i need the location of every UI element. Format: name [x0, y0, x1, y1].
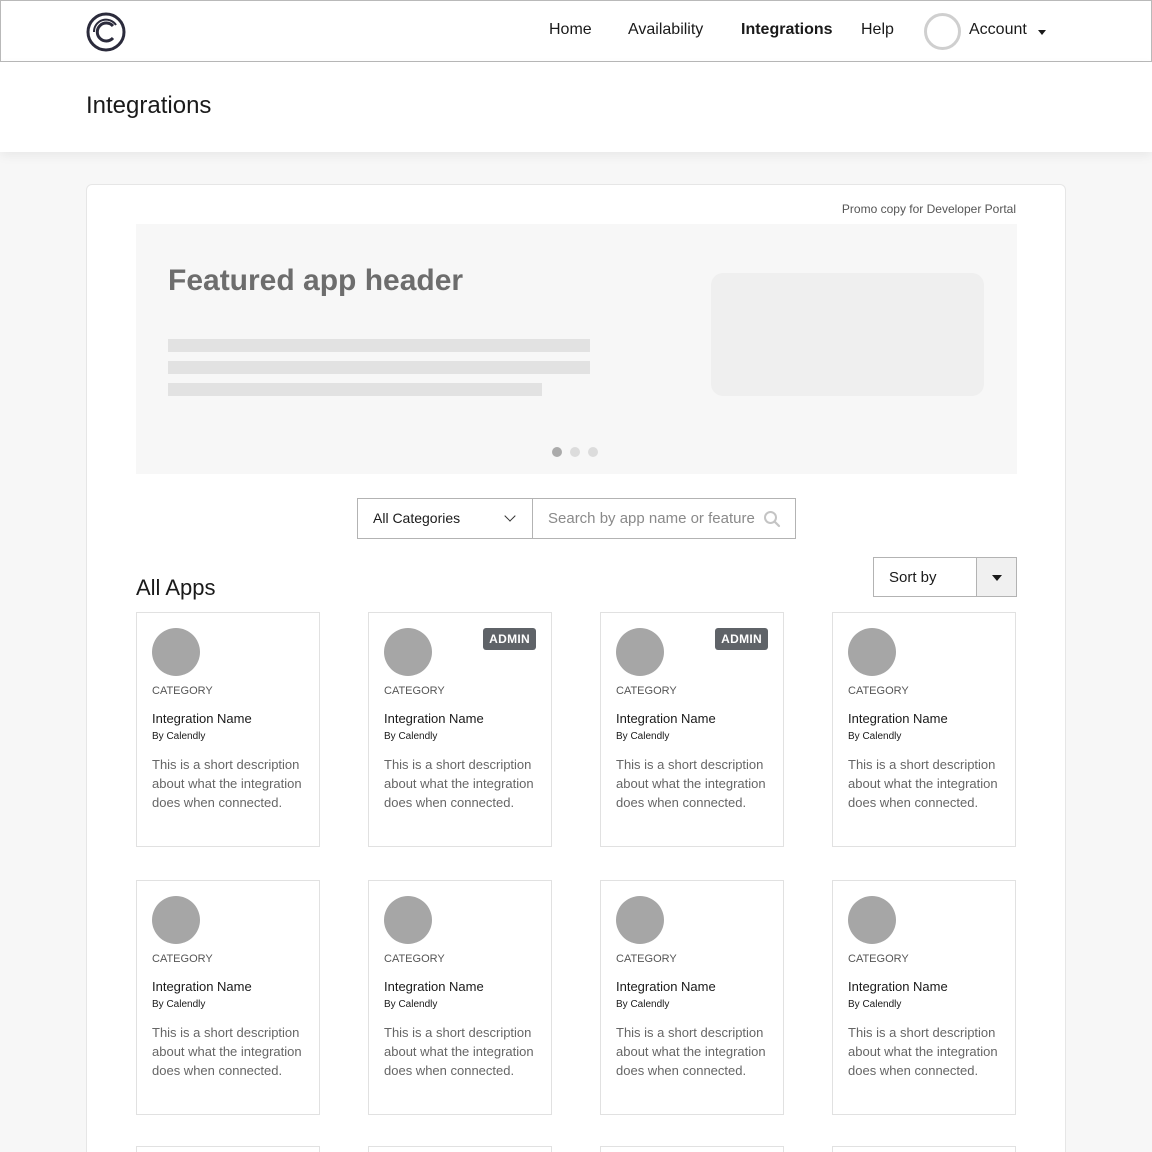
app-description: This is a short description about what t… — [152, 757, 302, 810]
nav-availability[interactable]: Availability — [628, 21, 703, 39]
category-select[interactable]: All Categories — [358, 499, 533, 538]
category-select-value: All Categories — [373, 510, 461, 526]
page-title: Integrations — [86, 92, 212, 119]
carousel-dot-2[interactable] — [570, 447, 580, 457]
app-icon — [384, 896, 432, 944]
placeholder-line — [168, 383, 542, 396]
app-card[interactable]: ADMIN CATEGORY Integration Name By Calendly… — [600, 612, 784, 847]
caret-down-icon[interactable] — [1038, 30, 1046, 35]
app-name: Integration Name — [848, 711, 948, 726]
app-card[interactable]: CATEGORY Integration Name By Calendly This … — [832, 880, 1016, 1115]
app-publisher: By Calendly — [384, 731, 438, 742]
account-menu[interactable]: Account — [969, 21, 1027, 39]
app-publisher: By Calendly — [848, 999, 902, 1010]
admin-badge: ADMIN — [483, 628, 536, 650]
placeholder-line — [168, 361, 590, 374]
app-category: CATEGORY — [616, 685, 677, 697]
search-icon[interactable] — [763, 510, 781, 528]
app-icon — [152, 896, 200, 944]
top-navigation: Home Availability Integrations Help Acco… — [0, 0, 1152, 62]
app-publisher: By Calendly — [384, 999, 438, 1010]
app-category: CATEGORY — [848, 685, 909, 697]
search-field — [533, 499, 795, 538]
search-input[interactable] — [533, 499, 795, 538]
app-category: CATEGORY — [848, 953, 909, 965]
app-grid: CATEGORY Integration Name By Calendly This … — [136, 612, 1018, 1115]
app-description: This is a short description about what t… — [616, 757, 766, 810]
app-description: This is a short description about what t… — [848, 1025, 998, 1078]
app-card[interactable]: CATEGORY Integration Name By Calendly This … — [832, 612, 1016, 847]
promo-copy: Promo copy for Developer Portal — [841, 202, 1016, 216]
app-icon — [848, 896, 896, 944]
app-publisher: By Calendly — [616, 999, 670, 1010]
app-description: This is a short description about what t… — [616, 1025, 766, 1078]
avatar[interactable] — [924, 13, 961, 50]
app-publisher: By Calendly — [152, 999, 206, 1010]
app-icon — [384, 628, 432, 676]
app-name: Integration Name — [616, 711, 716, 726]
app-name: Integration Name — [848, 979, 948, 994]
app-card-partial[interactable] — [136, 1146, 320, 1152]
chevron-down-icon — [504, 510, 516, 522]
app-name: Integration Name — [616, 979, 716, 994]
app-card-partial[interactable] — [368, 1146, 552, 1152]
app-name: Integration Name — [152, 979, 252, 994]
nav-integrations[interactable]: Integrations — [741, 21, 833, 39]
page-header: Integrations — [0, 62, 1152, 152]
calendly-logo-icon[interactable] — [85, 11, 127, 53]
app-card[interactable]: CATEGORY Integration Name By Calendly This … — [136, 880, 320, 1115]
featured-image-placeholder — [711, 273, 984, 396]
app-category: CATEGORY — [616, 953, 677, 965]
app-card-partial[interactable] — [600, 1146, 784, 1152]
app-publisher: By Calendly — [848, 731, 902, 742]
placeholder-line — [168, 339, 590, 352]
app-card[interactable]: ADMIN CATEGORY Integration Name By Calendly… — [368, 612, 552, 847]
app-icon — [848, 628, 896, 676]
app-icon — [152, 628, 200, 676]
section-title-all-apps: All Apps — [136, 575, 216, 600]
app-card[interactable]: CATEGORY Integration Name By Calendly This … — [136, 612, 320, 847]
sort-toggle-button[interactable] — [976, 558, 1016, 596]
sort-dropdown[interactable]: Sort by — [873, 557, 1017, 597]
app-card-partial[interactable] — [832, 1146, 1016, 1152]
app-category: CATEGORY — [152, 685, 213, 697]
nav-help[interactable]: Help — [861, 21, 894, 39]
app-description: This is a short description about what t… — [384, 757, 534, 810]
admin-badge: ADMIN — [715, 628, 768, 650]
filter-bar: All Categories — [357, 498, 796, 539]
app-icon — [616, 896, 664, 944]
app-card[interactable]: CATEGORY Integration Name By Calendly This … — [368, 880, 552, 1115]
app-category: CATEGORY — [384, 685, 445, 697]
app-description: This is a short description about what t… — [152, 1025, 302, 1078]
content-card: Promo copy for Developer Portal Featured… — [86, 184, 1066, 1152]
app-description: This is a short description about what t… — [384, 1025, 534, 1078]
app-category: CATEGORY — [384, 953, 445, 965]
app-name: Integration Name — [384, 979, 484, 994]
featured-app-header: Featured app header — [168, 264, 464, 297]
carousel-dot-3[interactable] — [588, 447, 598, 457]
caret-down-icon — [992, 575, 1002, 581]
app-name: Integration Name — [384, 711, 484, 726]
app-description: This is a short description about what t… — [848, 757, 998, 810]
app-category: CATEGORY — [152, 953, 213, 965]
carousel-dot-1[interactable] — [552, 447, 562, 457]
app-card[interactable]: CATEGORY Integration Name By Calendly This … — [600, 880, 784, 1115]
featured-app-carousel[interactable]: Featured app header — [136, 224, 1017, 474]
app-name: Integration Name — [152, 711, 252, 726]
carousel-dots — [552, 447, 598, 457]
app-publisher: By Calendly — [152, 731, 206, 742]
nav-home[interactable]: Home — [549, 21, 592, 39]
app-publisher: By Calendly — [616, 731, 670, 742]
sort-label: Sort by — [889, 569, 937, 586]
app-icon — [616, 628, 664, 676]
